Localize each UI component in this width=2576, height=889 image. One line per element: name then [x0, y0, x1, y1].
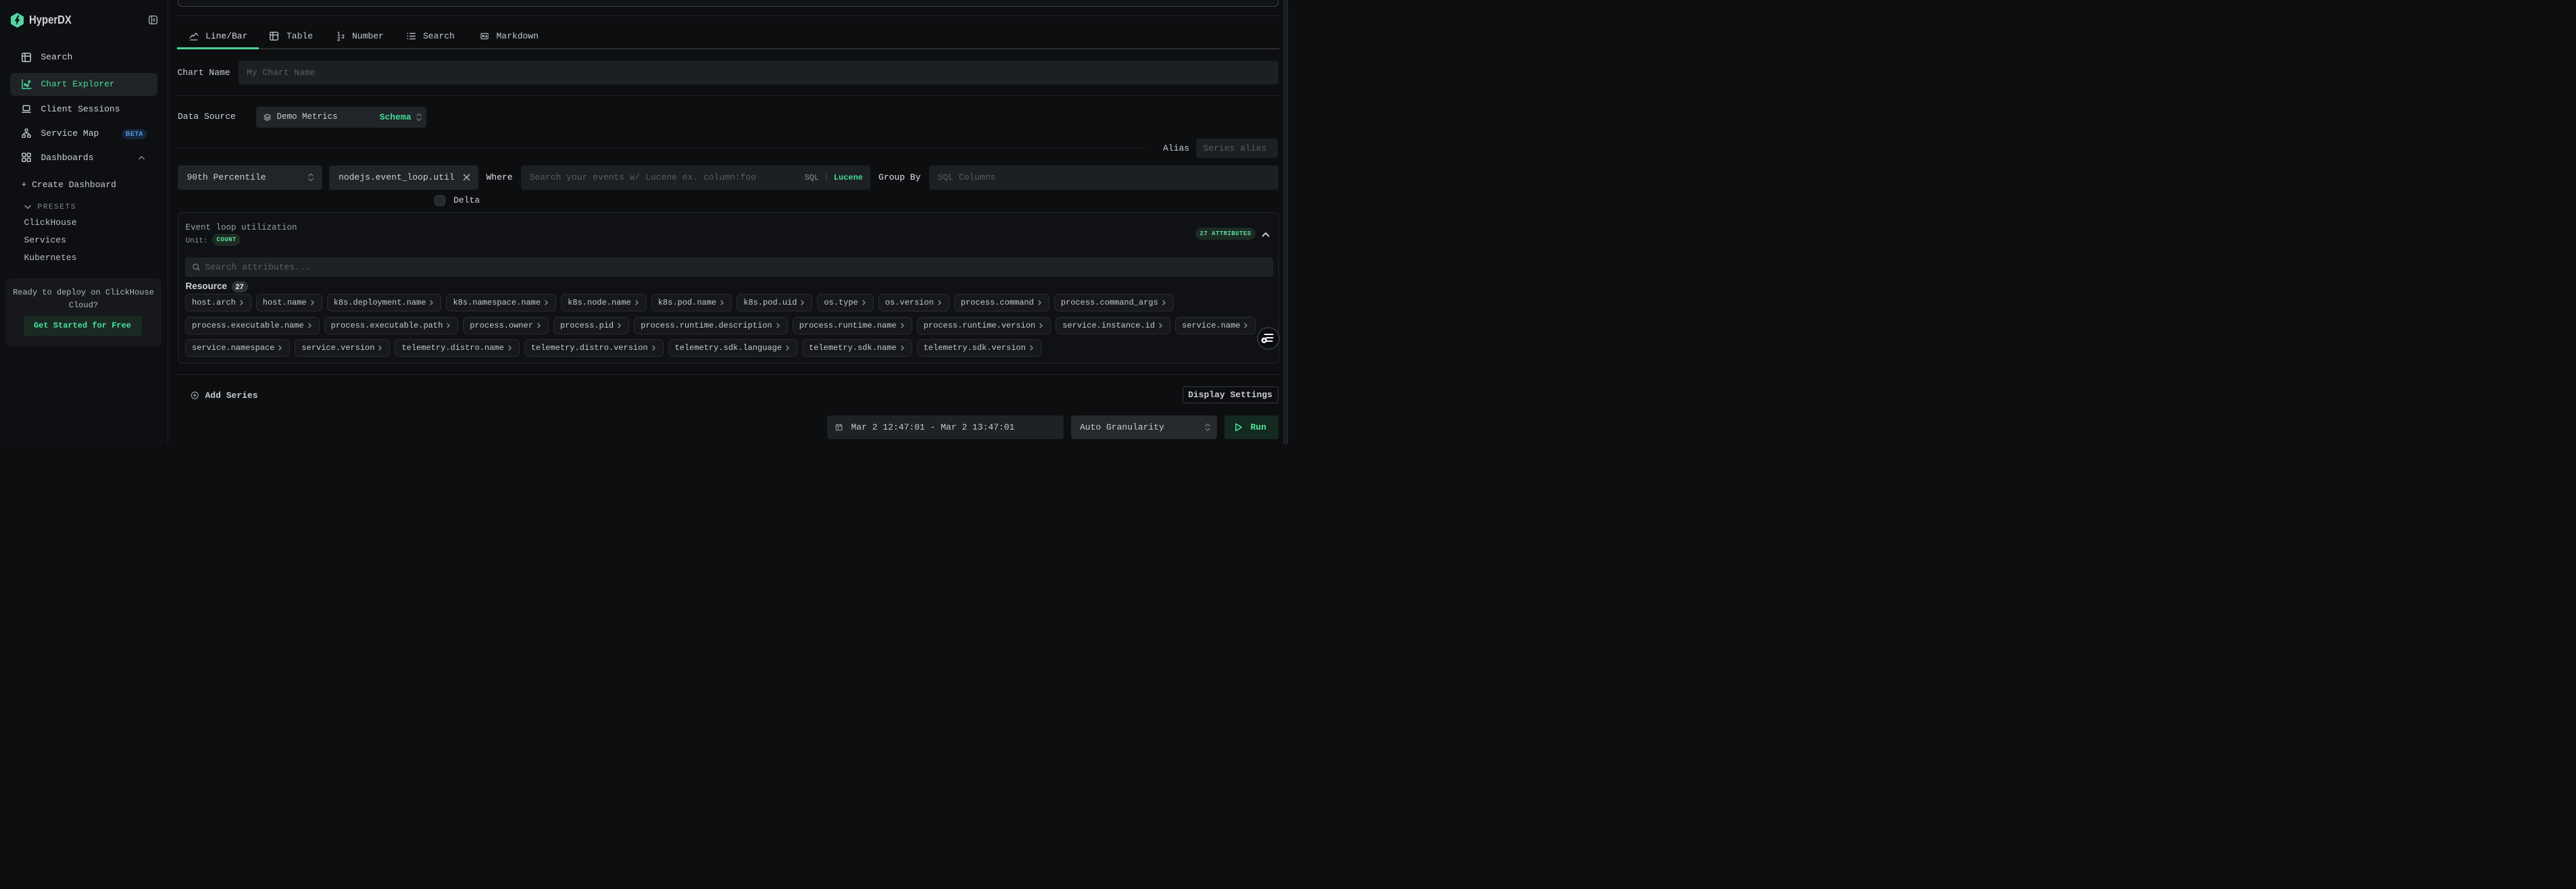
svg-text:3: 3 [341, 34, 345, 40]
svg-text:2: 2 [337, 36, 341, 42]
